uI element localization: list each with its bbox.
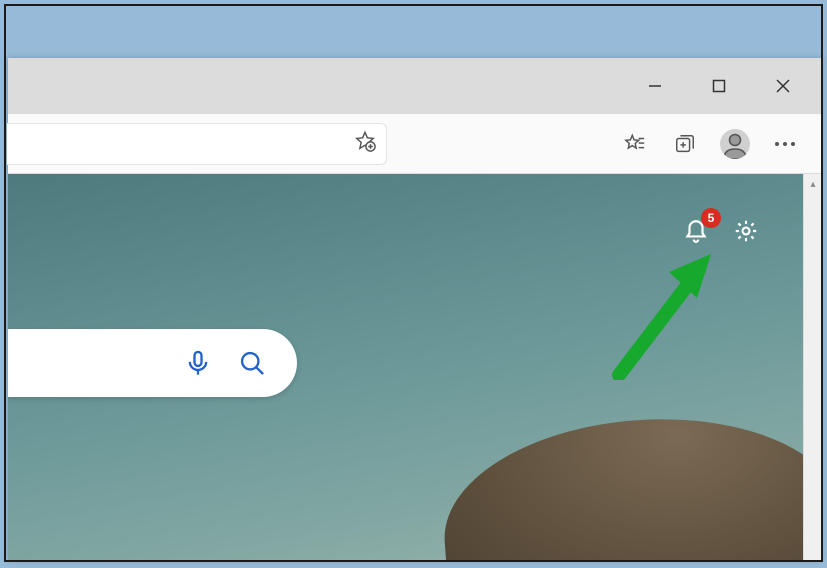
scroll-up-arrow[interactable]: ▴: [804, 174, 822, 194]
browser-window: 5 ▴: [8, 58, 821, 560]
add-favorite-icon[interactable]: [354, 130, 376, 157]
maximize-button[interactable]: [689, 63, 749, 109]
avatar-icon: [720, 129, 750, 159]
new-tab-page: 5: [8, 174, 803, 560]
browser-toolbar: [8, 114, 821, 174]
notifications-button[interactable]: 5: [681, 216, 711, 246]
ntp-quick-actions: 5: [681, 216, 761, 246]
toolbar-actions: [611, 122, 813, 166]
collections-button[interactable]: [661, 122, 709, 166]
favorites-button[interactable]: [611, 122, 659, 166]
notification-badge: 5: [701, 208, 721, 228]
search-icon[interactable]: [237, 348, 267, 378]
address-bar[interactable]: [7, 123, 387, 165]
background-hill: [437, 406, 803, 560]
window-titlebar: [8, 58, 821, 114]
more-icon: [775, 142, 795, 146]
annotation-arrow: [599, 250, 719, 380]
vertical-scrollbar[interactable]: ▴: [803, 174, 821, 560]
settings-more-button[interactable]: [761, 122, 809, 166]
minimize-button[interactable]: [625, 63, 685, 109]
gear-icon: [733, 218, 759, 244]
search-box[interactable]: [8, 329, 297, 397]
profile-button[interactable]: [711, 122, 759, 166]
voice-search-icon[interactable]: [183, 348, 213, 378]
page-settings-button[interactable]: [731, 216, 761, 246]
close-button[interactable]: [753, 63, 813, 109]
